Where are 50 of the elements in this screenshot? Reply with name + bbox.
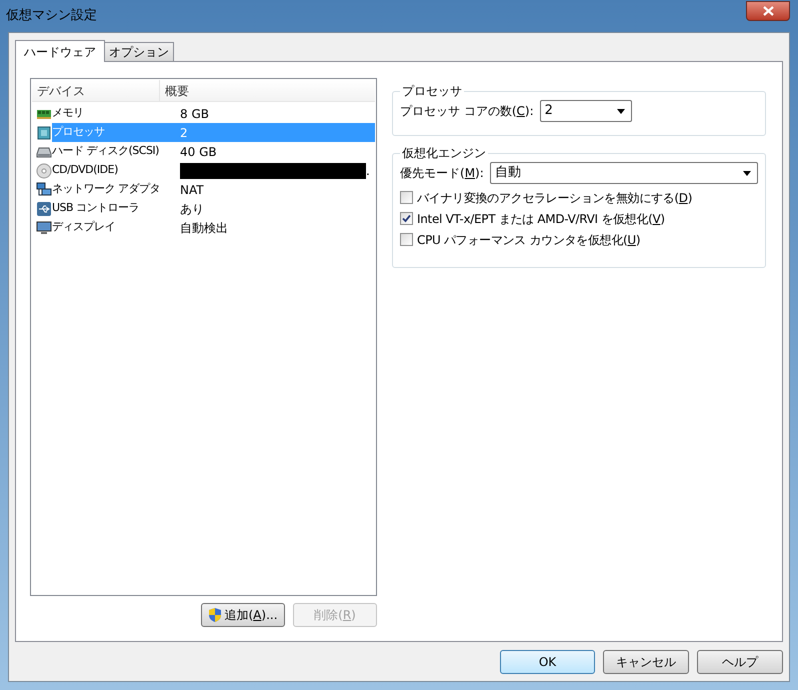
chip-icon — [36, 124, 52, 140]
dropdown-arrow-icon — [616, 108, 625, 114]
device-row[interactable]: USB コントローラ あり — [52, 199, 375, 218]
field-label: プロセッサ コアの数(C): — [400, 103, 534, 120]
device-summary: あり — [180, 200, 204, 218]
column-header[interactable]: デバイス — [32, 80, 160, 101]
device-name: USB コントローラ — [52, 200, 140, 216]
device-name: ディスプレイ — [52, 219, 116, 236]
close-icon — [762, 6, 774, 16]
tab[interactable]: オプション — [105, 42, 174, 61]
dialog-button[interactable]: キャンセル — [603, 650, 689, 674]
window-title: 仮想マシン設定 — [6, 7, 97, 26]
device-row[interactable]: ネットワーク アダプタ NAT — [52, 180, 375, 199]
checkbox-label: Intel VT-x/EPT または AMD-V/RVI を仮想化(V) — [417, 210, 665, 228]
dropdown[interactable]: 2 — [540, 100, 632, 122]
device-row[interactable]: ハード ディスク(SCSI) 40 GB — [52, 142, 375, 161]
device-row[interactable]: CD/DVD(IDE) . — [52, 161, 375, 180]
tab[interactable]: ハードウェア — [15, 40, 105, 62]
dialog-button[interactable]: ヘルプ — [697, 650, 783, 674]
dropdown-arrow-icon — [743, 170, 751, 176]
group-title: 仮想化エンジン — [401, 145, 487, 162]
column-header[interactable]: 概要 — [160, 80, 375, 101]
add-button[interactable]: 追加(A)... — [201, 603, 285, 627]
device-name: ハード ディスク(SCSI) — [52, 143, 160, 160]
group-title: プロセッサ — [401, 83, 463, 100]
disc-icon — [36, 162, 52, 178]
checkbox[interactable] — [400, 212, 413, 225]
device-name: ネットワーク アダプタ — [52, 181, 161, 198]
checkbox[interactable] — [400, 233, 413, 246]
checkbox-label: CPU パフォーマンス カウンタを仮想化(U) — [417, 232, 640, 248]
device-summary: NAT — [180, 182, 204, 198]
device-name: CD/DVD(IDE) — [52, 162, 119, 178]
dropdown[interactable]: 自動 — [490, 162, 758, 184]
device-name: プロセッサ — [52, 124, 106, 140]
network-computers-icon — [36, 182, 52, 198]
dialog-button[interactable]: OK — [500, 650, 595, 674]
usb-icon — [36, 200, 52, 216]
device-row[interactable]: メモリ 8 GB — [52, 104, 375, 123]
checkbox[interactable] — [400, 191, 413, 204]
device-summary: 自動検出 — [180, 220, 228, 236]
device-summary: . — [366, 162, 370, 180]
device-summary: 2 — [180, 124, 188, 142]
monitor-icon — [36, 220, 52, 236]
device-row[interactable]: ディスプレイ 自動検出 — [52, 218, 375, 237]
device-summary: 40 GB — [180, 144, 217, 160]
device-name: メモリ — [52, 105, 84, 122]
close-button[interactable] — [746, 1, 790, 21]
checkbox-label: バイナリ変換のアクセラレーションを無効にする(D) — [417, 190, 692, 206]
field-label: 優先モード(M): — [400, 165, 484, 182]
device-summary: 8 GB — [180, 106, 209, 122]
